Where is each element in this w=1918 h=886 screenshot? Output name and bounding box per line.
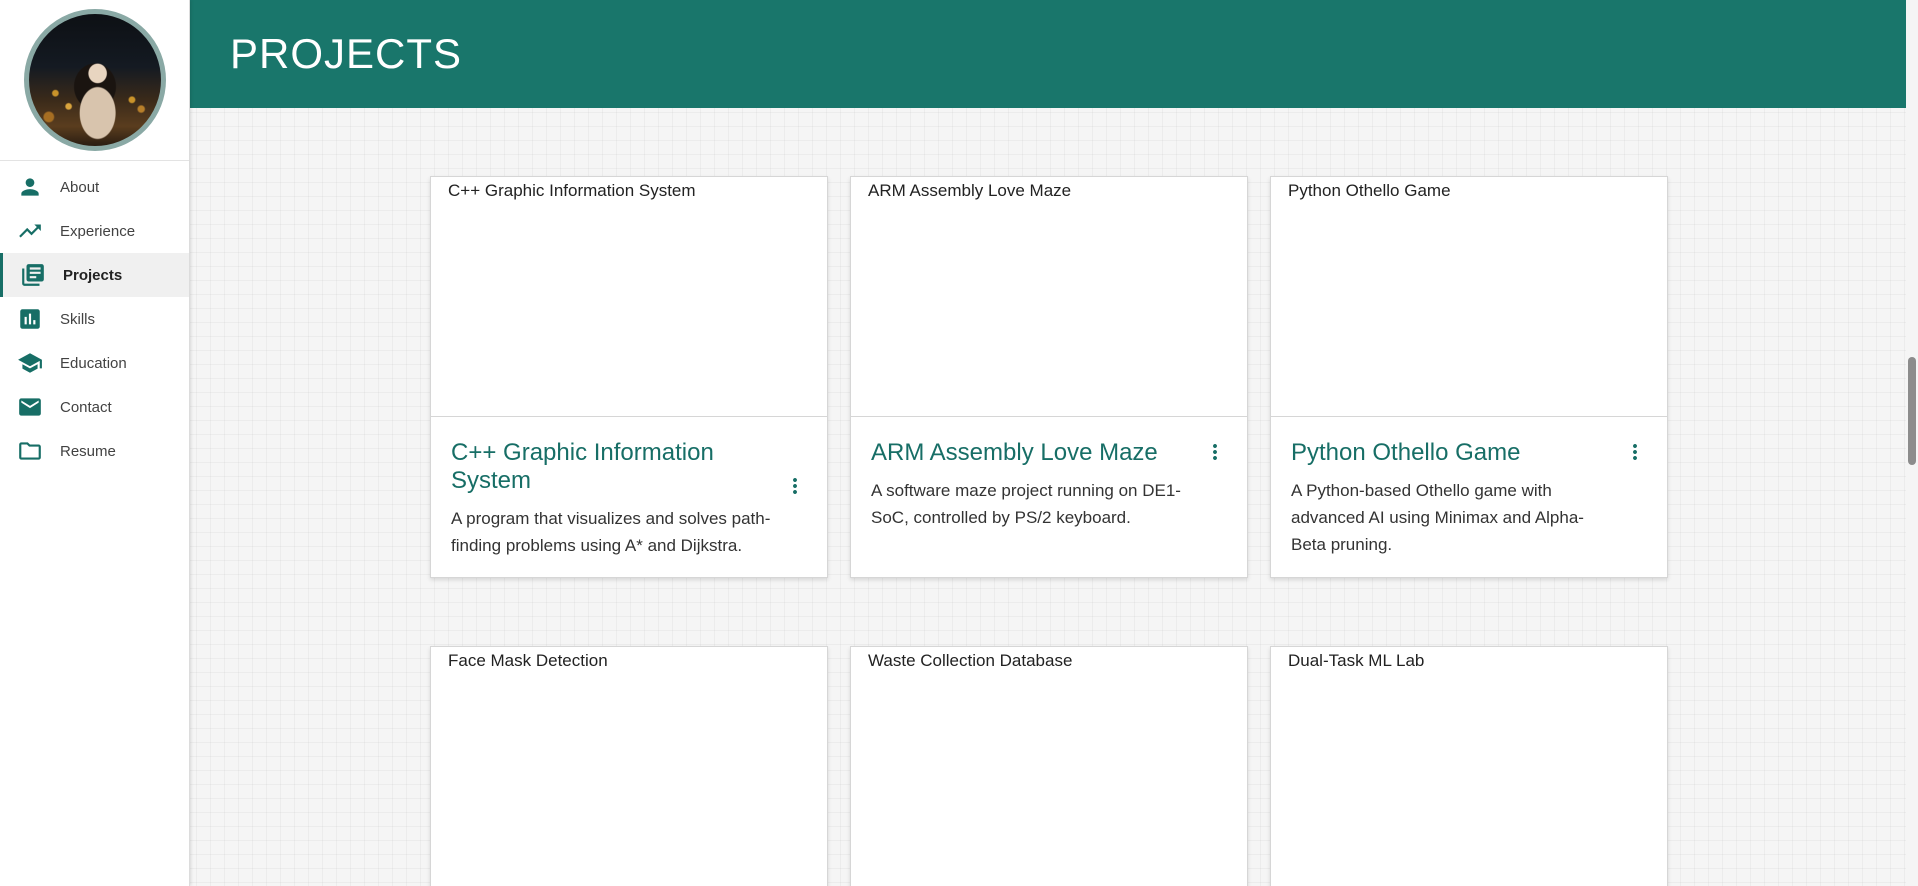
- scrollbar-thumb[interactable]: [1908, 357, 1916, 465]
- project-image: Python Othello Game: [1271, 177, 1667, 417]
- sidebar-item-label: Resume: [60, 442, 116, 460]
- mail-icon: [17, 394, 43, 420]
- broken-image-icon: [433, 654, 446, 669]
- card-content: C++ Graphic Information System A program…: [431, 417, 827, 577]
- sidebar-item-label: Education: [60, 354, 127, 372]
- trending-up-icon: [17, 218, 43, 244]
- image-alt-text: C++ Graphic Information System: [448, 181, 696, 200]
- image-alt-text: ARM Assembly Love Maze: [868, 181, 1072, 200]
- sidebar-item-about[interactable]: About: [0, 165, 189, 209]
- sidebar-item-education[interactable]: Education: [0, 341, 189, 385]
- sidebar-item-projects[interactable]: Projects: [0, 253, 189, 297]
- image-alt-text: Waste Collection Database: [868, 651, 1073, 670]
- sidebar-item-label: Contact: [60, 398, 112, 416]
- sidebar-nav: About Experience Projects Skills Educati…: [0, 161, 189, 473]
- bar-chart-icon: [17, 306, 43, 332]
- sidebar-item-skills[interactable]: Skills: [0, 297, 189, 341]
- more-options-button[interactable]: [783, 474, 807, 498]
- project-image: Face Mask Detection: [431, 647, 827, 886]
- card-description: A program that visualizes and solves pat…: [451, 509, 771, 555]
- image-alt-text: Dual-Task ML Lab: [1288, 651, 1425, 670]
- avatar: [23, 9, 166, 151]
- broken-image: C++ Graphic Information System: [433, 181, 696, 201]
- sidebar: About Experience Projects Skills Educati…: [0, 0, 190, 886]
- project-card: C++ Graphic Information System C++ Graph…: [430, 176, 828, 578]
- library-books-icon: [20, 262, 46, 288]
- school-icon: [17, 350, 43, 376]
- sidebar-item-label: About: [60, 178, 100, 196]
- avatar-container: [0, 0, 189, 161]
- more-options-button[interactable]: [1623, 440, 1647, 464]
- folder-icon: [17, 438, 43, 464]
- project-image: Waste Collection Database: [851, 647, 1247, 886]
- card-content: ARM Assembly Love Maze A software maze p…: [851, 417, 1247, 549]
- sidebar-item-label: Skills: [60, 310, 96, 328]
- sidebar-item-label: Experience: [60, 222, 136, 240]
- card-title[interactable]: ARM Assembly Love Maze: [871, 439, 1227, 467]
- sidebar-item-contact[interactable]: Contact: [0, 385, 189, 429]
- person-icon: [17, 174, 43, 200]
- projects-grid: C++ Graphic Information System C++ Graph…: [430, 176, 1668, 886]
- image-alt-text: Face Mask Detection: [448, 651, 608, 670]
- project-card: Waste Collection Database: [850, 646, 1248, 886]
- broken-image: ARM Assembly Love Maze: [853, 181, 1071, 201]
- sidebar-item-resume[interactable]: Resume: [0, 429, 189, 473]
- broken-image-icon: [853, 654, 866, 669]
- broken-image: Face Mask Detection: [433, 651, 608, 671]
- more-options-button[interactable]: [1203, 440, 1227, 464]
- broken-image-icon: [433, 184, 446, 199]
- more-vert-icon: [1633, 444, 1637, 460]
- project-image: Dual-Task ML Lab: [1271, 647, 1667, 886]
- project-card: Dual-Task ML Lab: [1270, 646, 1668, 886]
- project-image: ARM Assembly Love Maze: [851, 177, 1247, 417]
- card-description: A Python-based Othello game with advance…: [1291, 481, 1584, 554]
- card-description: A software maze project running on DE1-S…: [871, 481, 1181, 527]
- vertical-scrollbar[interactable]: [1906, 0, 1918, 886]
- broken-image: Python Othello Game: [1273, 181, 1451, 201]
- page-title: PROJECTS: [230, 30, 463, 77]
- sidebar-item-label: Projects: [63, 266, 123, 284]
- more-vert-icon: [1213, 444, 1217, 460]
- card-title[interactable]: Python Othello Game: [1291, 439, 1647, 467]
- image-alt-text: Python Othello Game: [1288, 181, 1451, 200]
- card-title[interactable]: C++ Graphic Information System: [451, 439, 807, 495]
- more-vert-icon: [793, 478, 797, 494]
- project-card: Face Mask Detection: [430, 646, 828, 886]
- page-header: PROJECTS: [189, 0, 1906, 108]
- broken-image-icon: [1273, 184, 1286, 199]
- project-card: Python Othello Game Python Othello Game …: [1270, 176, 1668, 578]
- broken-image-icon: [853, 184, 866, 199]
- project-image: C++ Graphic Information System: [431, 177, 827, 417]
- broken-image-icon: [1273, 654, 1286, 669]
- card-content: Python Othello Game A Python-based Othel…: [1271, 417, 1667, 576]
- sidebar-item-experience[interactable]: Experience: [0, 209, 189, 253]
- broken-image: Waste Collection Database: [853, 651, 1072, 671]
- broken-image: Dual-Task ML Lab: [1273, 651, 1424, 671]
- project-card: ARM Assembly Love Maze ARM Assembly Love…: [850, 176, 1248, 578]
